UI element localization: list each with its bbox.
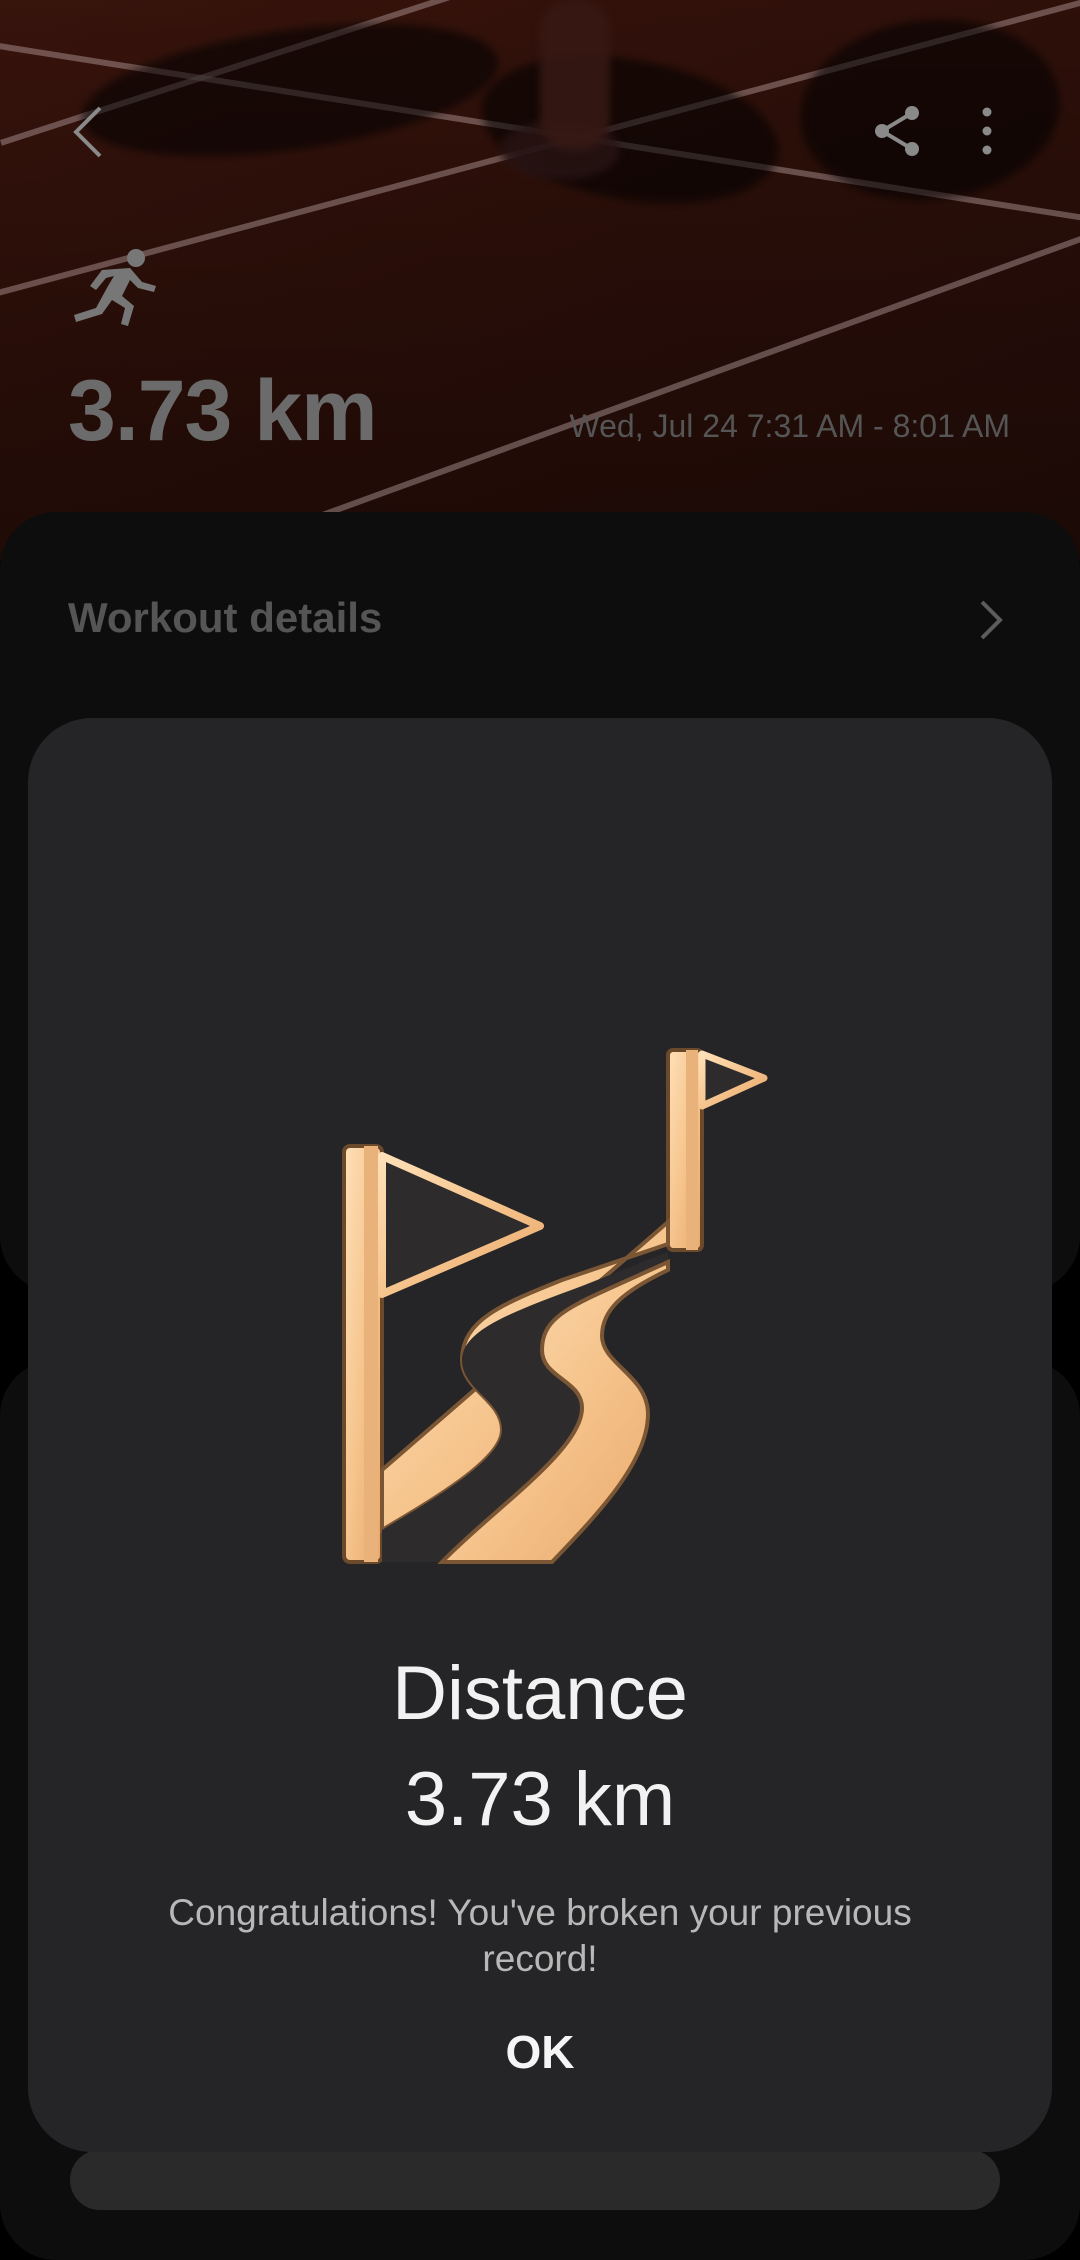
runner-shadow <box>791 6 1069 214</box>
ok-button[interactable]: OK <box>440 2020 640 2084</box>
dialog-message: Congratulations! You've broken your prev… <box>168 1892 912 1979</box>
hero-distance: 3.73 km <box>68 363 378 459</box>
running-icon <box>72 248 162 330</box>
workout-details-label[interactable]: Workout details <box>68 594 382 642</box>
more-vert-icon <box>982 107 992 155</box>
share-icon <box>875 106 919 156</box>
runner-shadow <box>73 1 507 179</box>
track-line <box>300 212 1080 526</box>
dialog-record-value: 3.73 km <box>404 1757 676 1842</box>
share-button[interactable] <box>872 104 922 158</box>
chevron-right-icon[interactable] <box>978 598 1004 642</box>
workout-date-range: Wed, Jul 24 7:31 AM - 8:01 AM <box>569 408 1010 444</box>
hero-header: 3.73 km Wed, Jul 24 7:31 AM - 8:01 AM <box>0 0 1080 560</box>
dialog-title: Distance <box>392 1651 688 1736</box>
back-arrow-icon <box>73 106 102 158</box>
bottom-button-peek <box>70 2150 1000 2210</box>
road-flags-badge <box>312 1030 772 1570</box>
more-options-button[interactable] <box>972 104 1002 158</box>
back-button[interactable] <box>70 104 110 160</box>
runner-leg <box>540 0 610 150</box>
